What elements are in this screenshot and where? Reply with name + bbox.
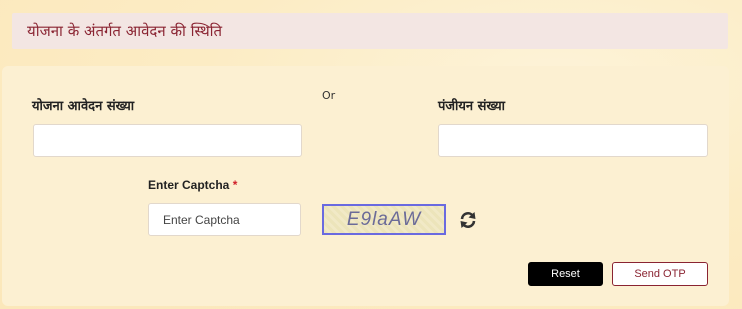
registration-number-label: पंजीयन संख्या [438, 99, 505, 114]
captcha-input[interactable] [148, 203, 301, 236]
captcha-label: Enter Captcha * [148, 178, 237, 192]
application-number-input[interactable] [33, 124, 302, 157]
captcha-image: E9laAW [322, 204, 446, 235]
page-title: योजना के अंतर्गत आवेदन की स्थिति [27, 22, 223, 40]
application-number-label: योजना आवेदन संख्या [32, 99, 135, 114]
refresh-icon[interactable] [458, 210, 478, 230]
reset-button[interactable]: Reset [528, 262, 603, 286]
registration-number-input[interactable] [438, 124, 708, 157]
send-otp-button[interactable]: Send OTP [612, 262, 708, 286]
page-header: योजना के अंतर्गत आवेदन की स्थिति [12, 13, 728, 49]
required-marker: * [232, 178, 238, 192]
or-separator: Or [322, 89, 336, 102]
captcha-label-text: Enter Captcha [148, 178, 230, 192]
